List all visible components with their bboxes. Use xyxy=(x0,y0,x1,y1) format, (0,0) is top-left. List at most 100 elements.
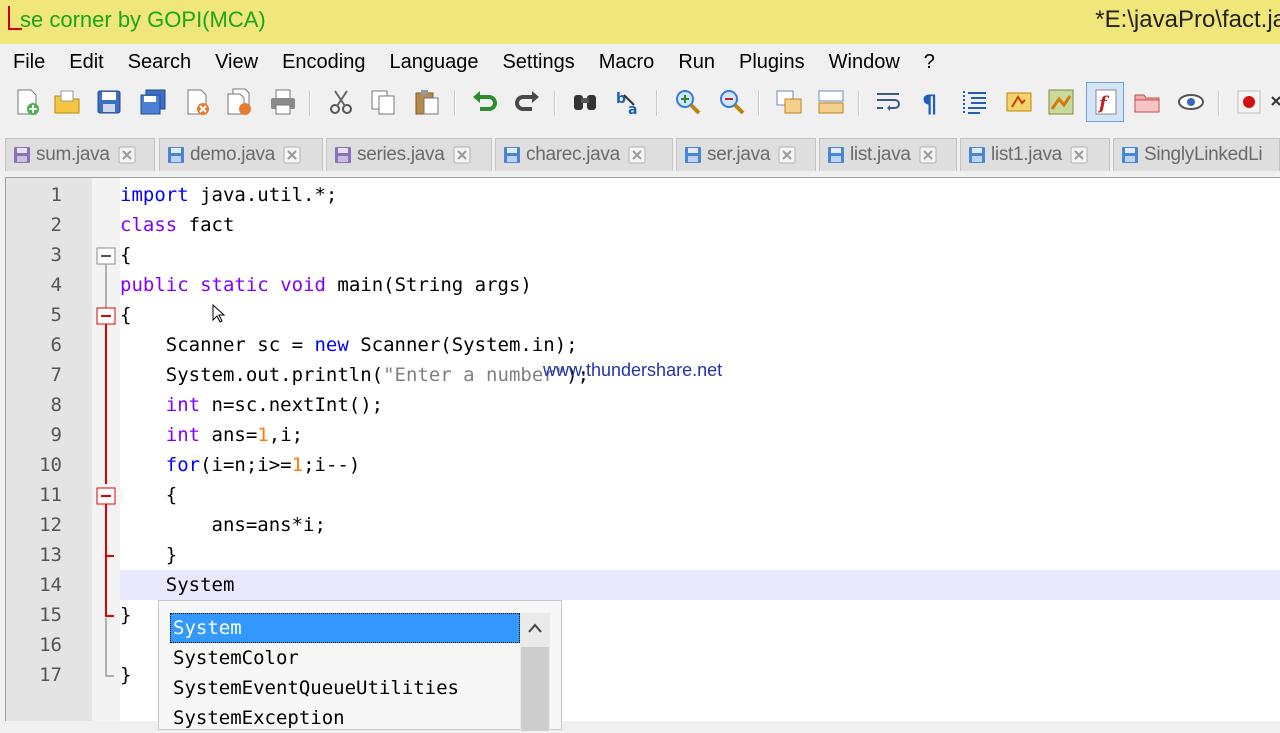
menu-macro[interactable]: Macro xyxy=(586,51,666,74)
doc-map-icon[interactable] xyxy=(1046,87,1076,117)
tab-charec-java[interactable]: charec.java xyxy=(495,138,673,171)
menu-file[interactable]: File xyxy=(0,51,56,74)
code-line-3: { xyxy=(120,244,132,266)
open-file-icon[interactable] xyxy=(52,87,82,117)
udl-icon[interactable] xyxy=(1004,87,1034,117)
line-number: 14 xyxy=(39,574,62,596)
tab-label: charec.java xyxy=(526,144,620,165)
new-file-icon[interactable] xyxy=(12,87,42,117)
code-text: ans= xyxy=(200,424,258,446)
title-left-text: se corner by GOPI(MCA) xyxy=(20,7,266,32)
code-line-1: import java.util.*; xyxy=(120,184,337,206)
tab-singlylinkedlist[interactable]: SinglyLinkedLi xyxy=(1113,138,1280,171)
word-wrap-icon[interactable] xyxy=(874,87,904,117)
close-tab-icon[interactable] xyxy=(778,146,796,164)
toolbar-overflow-icon[interactable] xyxy=(1270,87,1280,117)
zoom-in-icon[interactable] xyxy=(672,87,702,117)
menu-edit[interactable]: Edit xyxy=(56,51,114,74)
menu-bar: File Edit Search View Encoding Language … xyxy=(0,44,1280,80)
svg-text:b: b xyxy=(616,91,626,107)
autocomplete-list[interactable]: System SystemColor SystemEventQueueUtili… xyxy=(170,613,520,733)
close-tab-icon[interactable] xyxy=(453,146,471,164)
close-tab-icon[interactable] xyxy=(628,146,646,164)
tab-series-java[interactable]: series.java xyxy=(326,138,492,171)
close-tab-icon[interactable] xyxy=(919,146,937,164)
find-icon[interactable] xyxy=(570,87,600,117)
function-list-icon[interactable]: f xyxy=(1086,82,1124,122)
undo-icon[interactable] xyxy=(470,87,500,117)
close-tab-icon[interactable] xyxy=(283,146,301,164)
monitoring-icon[interactable] xyxy=(1176,87,1206,117)
code-text: ;i--) xyxy=(303,454,361,476)
fold-margin xyxy=(92,178,120,721)
copy-icon[interactable] xyxy=(368,87,398,117)
code-line-5: { xyxy=(120,304,132,326)
print-icon[interactable] xyxy=(268,87,298,117)
tab-sum-java[interactable]: sum.java xyxy=(5,138,155,171)
code-line-9: int ans=1,i; xyxy=(120,424,303,446)
keyword: for xyxy=(165,454,201,476)
code-line-15: } xyxy=(120,604,132,626)
autocomplete-scrollbar[interactable] xyxy=(520,613,550,731)
autocomplete-popup[interactable]: System SystemColor SystemEventQueueUtili… xyxy=(158,600,562,733)
autocomplete-item[interactable]: SystemException xyxy=(170,703,520,733)
tab-demo-java[interactable]: demo.java xyxy=(159,138,323,171)
menu-plugins[interactable]: Plugins xyxy=(726,51,816,74)
sync-horizontal-icon[interactable] xyxy=(816,87,846,117)
line-number: 8 xyxy=(50,394,62,416)
menu-run[interactable]: Run xyxy=(665,51,726,74)
autocomplete-item[interactable]: SystemEventQueueUtilities xyxy=(170,673,520,703)
line-number: 12 xyxy=(39,514,62,536)
menu-view[interactable]: View xyxy=(202,51,269,74)
saved-file-icon xyxy=(335,147,351,163)
show-all-chars-icon[interactable]: ¶ xyxy=(916,87,946,117)
menu-language[interactable]: Language xyxy=(376,51,489,74)
line-number: 3 xyxy=(50,244,62,266)
sync-vertical-icon[interactable] xyxy=(774,87,804,117)
code-text: (i=n;i>= xyxy=(200,454,292,476)
menu-help[interactable]: ? xyxy=(911,51,946,74)
record-macro-icon[interactable] xyxy=(1234,87,1264,117)
close-all-icon[interactable] xyxy=(224,87,254,117)
scrollbar-thumb[interactable] xyxy=(521,647,549,731)
menu-search[interactable]: Search xyxy=(115,51,202,74)
line-number: 6 xyxy=(50,334,62,356)
keyword: class xyxy=(120,214,178,236)
code-text: System.out.println( xyxy=(120,364,384,386)
indent-guide-icon[interactable] xyxy=(960,87,990,117)
unsaved-file-icon xyxy=(168,147,184,163)
autocomplete-item[interactable]: SystemColor xyxy=(170,643,520,673)
code-line-6: Scanner sc = new Scanner(System.in); xyxy=(120,334,578,356)
save-all-icon[interactable] xyxy=(138,87,168,117)
autocomplete-item[interactable]: System xyxy=(170,613,520,643)
code-line-11: { xyxy=(120,484,178,506)
save-icon[interactable] xyxy=(94,87,124,117)
menu-window[interactable]: Window xyxy=(816,51,911,74)
code-line-7: System.out.println("Enter a number"); xyxy=(120,364,589,386)
tab-list-java[interactable]: list.java xyxy=(819,138,957,171)
folder-workspace-icon[interactable] xyxy=(1132,87,1162,117)
menu-encoding[interactable]: Encoding xyxy=(269,51,376,74)
tab-label: demo.java xyxy=(190,144,275,165)
unsaved-file-icon xyxy=(685,147,701,163)
code-line-17: } xyxy=(120,664,132,686)
close-tab-icon[interactable] xyxy=(118,146,136,164)
cut-icon[interactable] xyxy=(326,87,356,117)
menu-settings[interactable]: Settings xyxy=(489,51,585,74)
close-icon[interactable] xyxy=(182,87,212,117)
redo-icon[interactable] xyxy=(512,87,542,117)
unsaved-file-icon xyxy=(828,147,844,163)
paste-icon[interactable] xyxy=(412,87,442,117)
tab-list1-java[interactable]: list1.java xyxy=(960,138,1110,171)
line-number: 13 xyxy=(39,544,62,566)
code-line-10: for(i=n;i>=1;i--) xyxy=(120,454,361,476)
keyword: static xyxy=(200,274,269,296)
fold-markers xyxy=(96,247,116,677)
replace-icon[interactable]: ba xyxy=(614,87,644,117)
zoom-out-icon[interactable] xyxy=(716,87,746,117)
scroll-up-icon[interactable] xyxy=(526,621,544,635)
line-number: 7 xyxy=(50,364,62,386)
tab-ser-java[interactable]: ser.java xyxy=(676,138,816,171)
tab-label: series.java xyxy=(357,144,445,165)
close-tab-icon[interactable] xyxy=(1070,146,1088,164)
